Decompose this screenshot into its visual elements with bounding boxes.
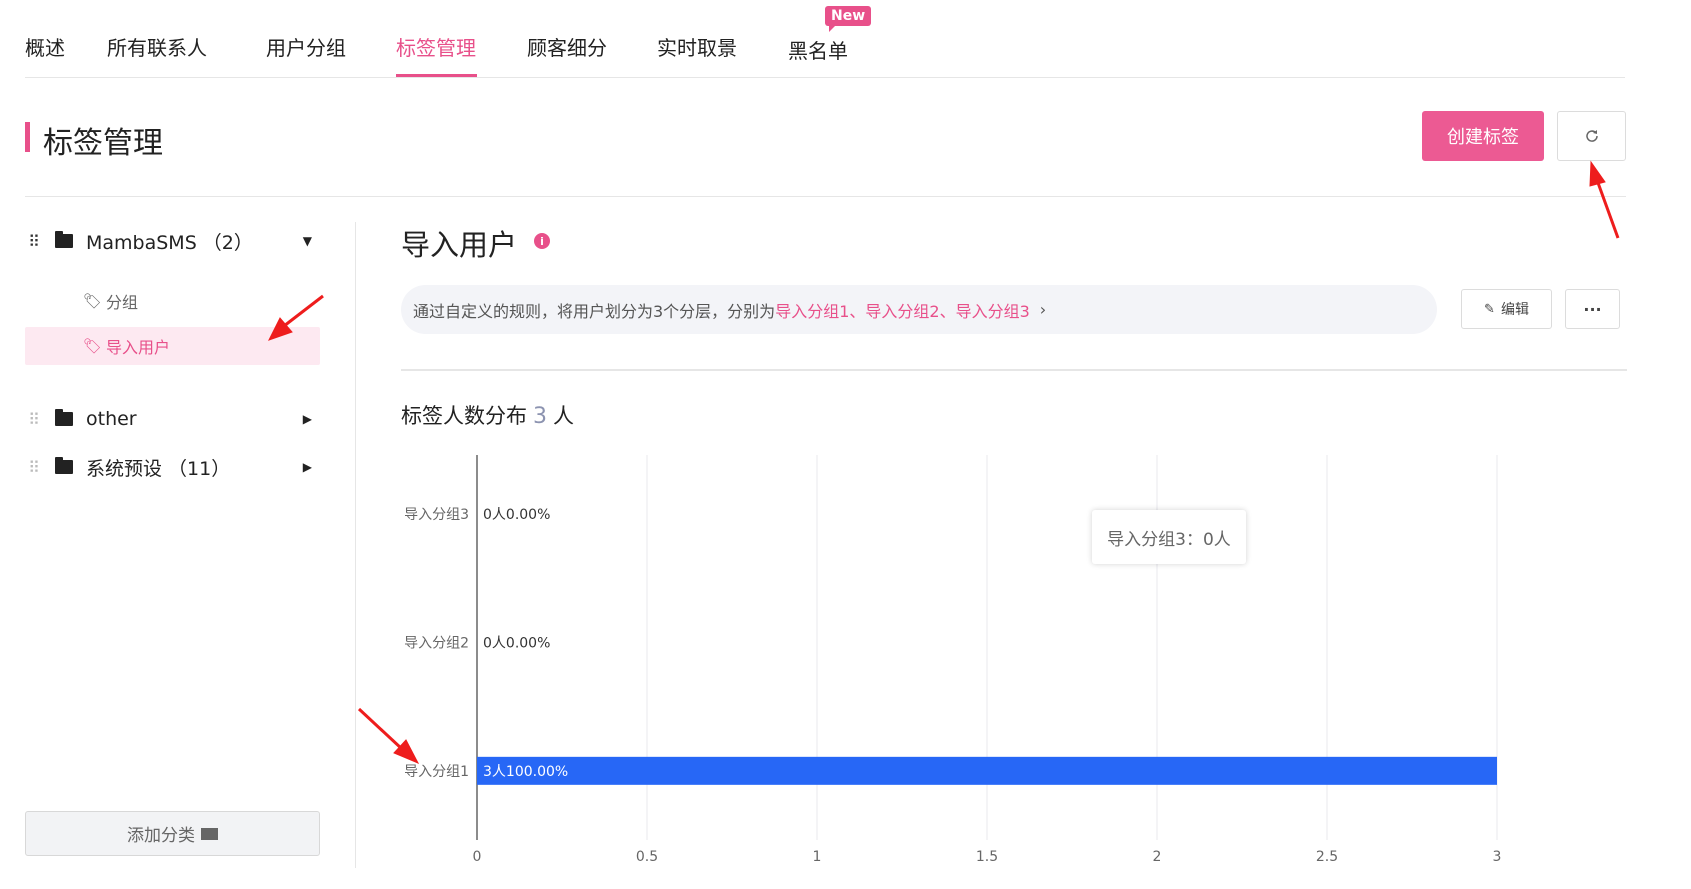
annotation-arrows	[268, 160, 1620, 764]
annotation-arrow-group1	[357, 707, 420, 764]
annotation-arrow-import-users	[268, 294, 324, 341]
annotation-arrow-refresh	[1589, 160, 1620, 239]
